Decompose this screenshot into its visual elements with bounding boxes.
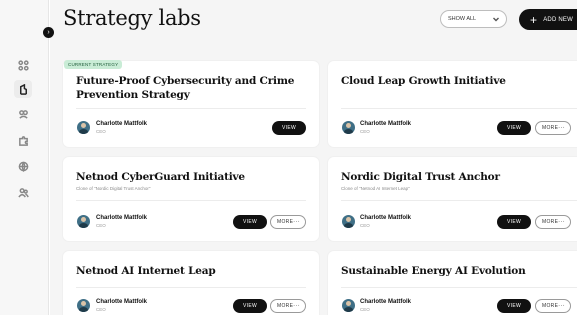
view-button[interactable]: VIEW (233, 299, 267, 313)
filter-label: SHOW ALL (448, 16, 477, 22)
card-divider (76, 108, 306, 109)
owner-role: CEO (96, 307, 106, 312)
more-label: MORE (542, 219, 559, 225)
more-label: MORE (542, 303, 559, 309)
chevron-down-icon (492, 15, 500, 23)
current-strategy-badge: CURRENT STRATEGY (64, 60, 123, 69)
card-divider (76, 287, 306, 288)
more-label: MORE (542, 125, 559, 131)
ellipsis-icon: ··· (558, 125, 565, 131)
avatar (77, 121, 90, 134)
view-button[interactable]: VIEW (233, 215, 267, 229)
card-divider (341, 108, 577, 109)
card-title: Cloud Leap Growth Initiative (341, 75, 506, 87)
users-icon[interactable] (14, 183, 32, 201)
owner-role: CEO (360, 307, 370, 312)
puzzle-icon[interactable] (14, 131, 32, 149)
grid-icon[interactable] (14, 56, 32, 74)
card-divider (341, 287, 577, 288)
card-subtitle: Clone of "Nordic Digital Trust Anchor" (76, 186, 151, 191)
owner-role: CEO (96, 129, 106, 134)
sidebar-collapse-button[interactable]: › (43, 27, 54, 38)
card-title: Netnod CyberGuard Initiative (76, 171, 245, 183)
more-button[interactable]: MORE ··· (535, 121, 571, 135)
avatar (342, 299, 355, 312)
page-title: Strategy labs (63, 6, 201, 30)
more-button[interactable]: MORE ··· (270, 215, 306, 229)
owner-name: Charlotte Mattfolk (96, 299, 147, 305)
card-title: Sustainable Energy AI Evolution (341, 265, 526, 277)
owner-role: CEO (360, 129, 370, 134)
avatar (77, 299, 90, 312)
avatar (77, 215, 90, 228)
ellipsis-icon: ··· (293, 219, 300, 225)
ellipsis-icon: ··· (558, 303, 565, 309)
add-new-button[interactable]: + ADD NEW (519, 9, 577, 30)
owner-name: Charlotte Mattfolk (96, 121, 147, 127)
ellipsis-icon: ··· (293, 303, 300, 309)
card-title: Netnod AI Internet Leap (76, 265, 216, 277)
view-button[interactable]: VIEW (497, 215, 531, 229)
sidebar (0, 0, 49, 315)
card-divider (76, 200, 306, 201)
card-title: Nordic Digital Trust Anchor (341, 171, 500, 183)
owner-role: CEO (96, 223, 106, 228)
avatar (342, 215, 355, 228)
more-button[interactable]: MORE ··· (535, 215, 571, 229)
owner-name: Charlotte Mattfolk (360, 121, 411, 127)
strategy-icon[interactable] (14, 80, 32, 98)
globe-icon[interactable] (14, 157, 32, 175)
avatar (342, 121, 355, 134)
card-subtitle: Clone of "Netnod AI Internet Leap" (341, 186, 410, 191)
view-button[interactable]: VIEW (497, 121, 531, 135)
owner-role: CEO (360, 223, 370, 228)
card-divider (341, 200, 577, 201)
add-new-label: ADD NEW (543, 16, 573, 23)
lab-icon[interactable] (14, 105, 32, 123)
card-title: Future-Proof Cybersecurity and Crime Pre… (76, 75, 295, 101)
owner-name: Charlotte Mattfolk (360, 215, 411, 221)
more-label: MORE (277, 303, 294, 309)
more-button[interactable]: MORE ··· (535, 299, 571, 313)
view-button[interactable]: VIEW (272, 121, 306, 135)
more-button[interactable]: MORE ··· (270, 299, 306, 313)
owner-name: Charlotte Mattfolk (360, 299, 411, 305)
ellipsis-icon: ··· (558, 219, 565, 225)
owner-name: Charlotte Mattfolk (96, 215, 147, 221)
show-all-filter[interactable]: SHOW ALL (440, 10, 507, 28)
more-label: MORE (277, 219, 294, 225)
view-button[interactable]: VIEW (497, 299, 531, 313)
plus-icon: + (530, 12, 538, 27)
